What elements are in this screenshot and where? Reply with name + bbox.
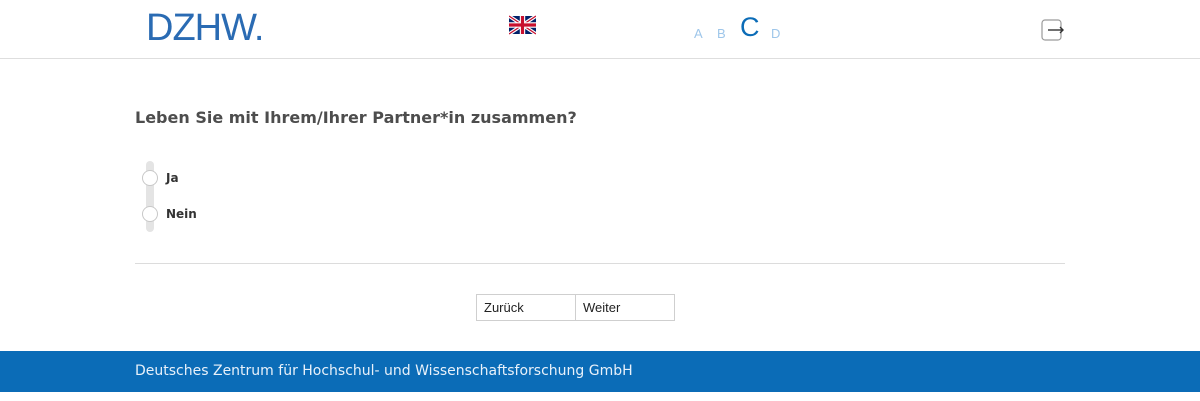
exit-icon[interactable]	[1041, 19, 1064, 41]
progress-step-a: A	[694, 26, 703, 41]
back-button[interactable]: Zurück	[476, 294, 576, 321]
footer-text: Deutsches Zentrum für Hochschul- und Wis…	[135, 363, 633, 379]
header: DZHW. A B C D	[0, 0, 1200, 59]
radio-nein[interactable]	[142, 206, 158, 222]
next-button[interactable]: Weiter	[575, 294, 675, 321]
option-nein[interactable]: Nein	[142, 206, 197, 222]
uk-flag-icon[interactable]	[509, 15, 536, 35]
dzhw-logo[interactable]: DZHW.	[146, 8, 264, 48]
progress-step-c-current: C	[740, 12, 760, 42]
option-ja[interactable]: Ja	[142, 170, 179, 186]
footer: Deutsches Zentrum für Hochschul- und Wis…	[0, 351, 1200, 392]
progress-step-b: B	[717, 26, 726, 41]
divider	[135, 263, 1065, 264]
option-ja-label[interactable]: Ja	[166, 171, 179, 185]
option-nein-label[interactable]: Nein	[166, 207, 197, 221]
radio-ja[interactable]	[142, 170, 158, 186]
progress-step-d: D	[771, 26, 781, 41]
navigation-buttons: Zurück Weiter	[476, 294, 675, 321]
question-text: Leben Sie mit Ihrem/Ihrer Partner*in zus…	[135, 108, 577, 127]
